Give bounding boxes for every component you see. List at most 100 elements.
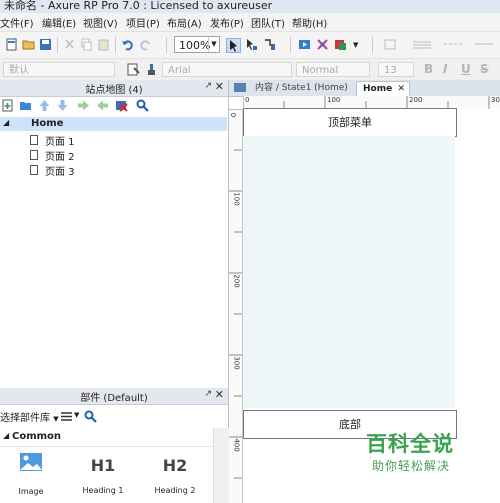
- menu-project[interactable]: 项目(P): [126, 15, 160, 30]
- watermark-brand: 百科全说: [366, 432, 454, 456]
- outdent-icon[interactable]: [96, 99, 109, 112]
- page-label: 页面 2: [45, 152, 75, 163]
- sitemap-page-item[interactable]: 页面 1: [0, 133, 227, 148]
- close-icon[interactable]: ✕: [397, 82, 405, 97]
- search-icon[interactable]: [84, 410, 97, 423]
- copy-icon[interactable]: [80, 38, 93, 51]
- page-tabs: 内容 / State1 (Home) Home ✕: [229, 80, 500, 97]
- save-icon[interactable]: [39, 38, 52, 51]
- pin-icon[interactable]: ↗: [204, 81, 212, 91]
- zoom-select[interactable]: 100% ▼: [174, 36, 220, 53]
- add-page-icon[interactable]: [1, 99, 14, 112]
- font-size-select[interactable]: 13: [378, 62, 414, 77]
- tab-home[interactable]: Home ✕: [356, 81, 410, 97]
- chevron-down-icon[interactable]: ▼: [74, 411, 79, 419]
- menu-edit[interactable]: 编辑(E): [42, 15, 76, 30]
- menu-team[interactable]: 团队(T): [251, 15, 285, 30]
- redo-icon[interactable]: [139, 38, 152, 51]
- font-weight-value: Normal: [302, 65, 339, 76]
- ruler-label: 200: [232, 274, 241, 288]
- delete-page-icon[interactable]: [115, 99, 128, 112]
- watermark-tagline: 助你轻松解决: [372, 459, 451, 473]
- font-family-select[interactable]: Arial: [162, 62, 292, 77]
- arrow-style-icon[interactable]: [474, 38, 494, 51]
- underline-button[interactable]: U: [461, 62, 471, 76]
- page-label: 页面 3: [45, 167, 75, 178]
- brush-icon[interactable]: [145, 63, 158, 76]
- library-select-label: 选择部件库: [0, 413, 50, 424]
- tab-label: 内容 / State1 (Home): [255, 83, 348, 93]
- font-weight-select[interactable]: Normal: [296, 62, 370, 77]
- widget-group-header[interactable]: ◢ Common: [0, 428, 213, 447]
- widget-image[interactable]: Image: [13, 452, 49, 496]
- generate-prototype-icon[interactable]: [334, 38, 347, 51]
- ruler-label: 100: [327, 96, 341, 104]
- sitemap-panel: 站点地图 (4) ↗ ✕ ◢ Home 页面 1 页面 2 页面 3: [0, 80, 229, 388]
- ruler-label: 300: [491, 96, 500, 104]
- close-icon[interactable]: ✕: [215, 80, 224, 93]
- close-icon[interactable]: ✕: [215, 388, 224, 401]
- heading-2-glyph: H2: [162, 456, 188, 475]
- move-up-icon[interactable]: [38, 99, 51, 112]
- style-select[interactable]: 默认: [3, 62, 115, 77]
- library-select[interactable]: 选择部件库 ▼: [0, 409, 59, 424]
- sitemap-page-item[interactable]: 页面 3: [0, 163, 227, 178]
- format-painter-icon[interactable]: [127, 63, 140, 76]
- menu-icon[interactable]: [60, 410, 73, 423]
- sitemap-header: 站点地图 (4) ↗ ✕: [0, 80, 228, 97]
- pin-icon[interactable]: ↗: [204, 389, 212, 399]
- preview-icon[interactable]: [298, 38, 311, 51]
- vertical-ruler: 0 100 200 300 400: [229, 109, 243, 503]
- style-value: 默认: [9, 65, 29, 76]
- menu-help[interactable]: 帮助(H): [292, 15, 327, 30]
- undo-icon[interactable]: [121, 38, 134, 51]
- cut-icon[interactable]: [63, 38, 76, 51]
- tab-list-icon[interactable]: [233, 82, 247, 93]
- sitemap-page-item[interactable]: 页面 2: [0, 148, 227, 163]
- line-pattern-icon[interactable]: [443, 38, 463, 51]
- menu-publish[interactable]: 发布(P): [210, 15, 244, 30]
- new-file-icon[interactable]: [5, 38, 18, 51]
- widgets-toolbar: 选择部件库 ▼ ▼: [0, 406, 228, 426]
- connection-point-icon[interactable]: [263, 38, 276, 51]
- paste-icon[interactable]: [97, 38, 110, 51]
- connector-tool-icon[interactable]: [245, 38, 258, 51]
- open-folder-icon[interactable]: [22, 38, 35, 51]
- move-down-icon[interactable]: [56, 99, 69, 112]
- menu-layout[interactable]: 布局(A): [167, 15, 202, 30]
- italic-button[interactable]: I: [443, 62, 447, 76]
- share-icon[interactable]: [316, 38, 329, 51]
- ruler-label: 400: [232, 438, 241, 452]
- menu-file[interactable]: 文件(F): [0, 15, 34, 30]
- chevron-down-icon: ▼: [53, 415, 59, 423]
- top-menu-box[interactable]: 顶部菜单: [243, 108, 457, 137]
- scrollbar[interactable]: [213, 428, 229, 503]
- line-style-icon[interactable]: [412, 38, 432, 51]
- add-folder-icon[interactable]: [19, 99, 32, 112]
- widget-heading-2[interactable]: H2 Heading 2: [150, 456, 200, 495]
- indent-icon[interactable]: [77, 99, 90, 112]
- root-page-label: Home: [31, 118, 64, 129]
- widget-label: Image: [18, 487, 44, 496]
- widgets-panel: 部件 (Default) ↗ ✕ 选择部件库 ▼ ▼ ◢ Common Imag…: [0, 388, 229, 503]
- dynamic-panel[interactable]: [243, 136, 455, 408]
- sitemap-root-home[interactable]: ◢ Home: [0, 117, 227, 131]
- bold-button[interactable]: B: [424, 62, 433, 76]
- expand-toggle-icon[interactable]: ◢: [3, 118, 9, 127]
- toolbar-separator: [290, 37, 291, 53]
- zoom-value: 100%: [179, 39, 211, 52]
- widgets-title: 部件 (Default): [80, 393, 148, 404]
- widget-heading-1[interactable]: H1 Heading 1: [78, 456, 128, 495]
- ruler-label: 300: [232, 356, 241, 370]
- strikethrough-button[interactable]: S: [480, 62, 489, 76]
- widget-label: Heading 2: [154, 486, 196, 495]
- select-pointer-icon[interactable]: [226, 38, 241, 53]
- collapse-toggle-icon[interactable]: ◢: [3, 431, 9, 440]
- search-icon[interactable]: [136, 99, 149, 112]
- chevron-down-icon[interactable]: ▼: [353, 41, 358, 49]
- window-title: 未命名 - Axure RP Pro 7.0 : Licensed to axu…: [4, 0, 273, 12]
- fill-color-icon[interactable]: [384, 38, 397, 51]
- page-label: 页面 1: [45, 137, 75, 148]
- tab-state1[interactable]: 内容 / State1 (Home): [249, 81, 349, 96]
- menu-view[interactable]: 视图(V): [83, 15, 118, 30]
